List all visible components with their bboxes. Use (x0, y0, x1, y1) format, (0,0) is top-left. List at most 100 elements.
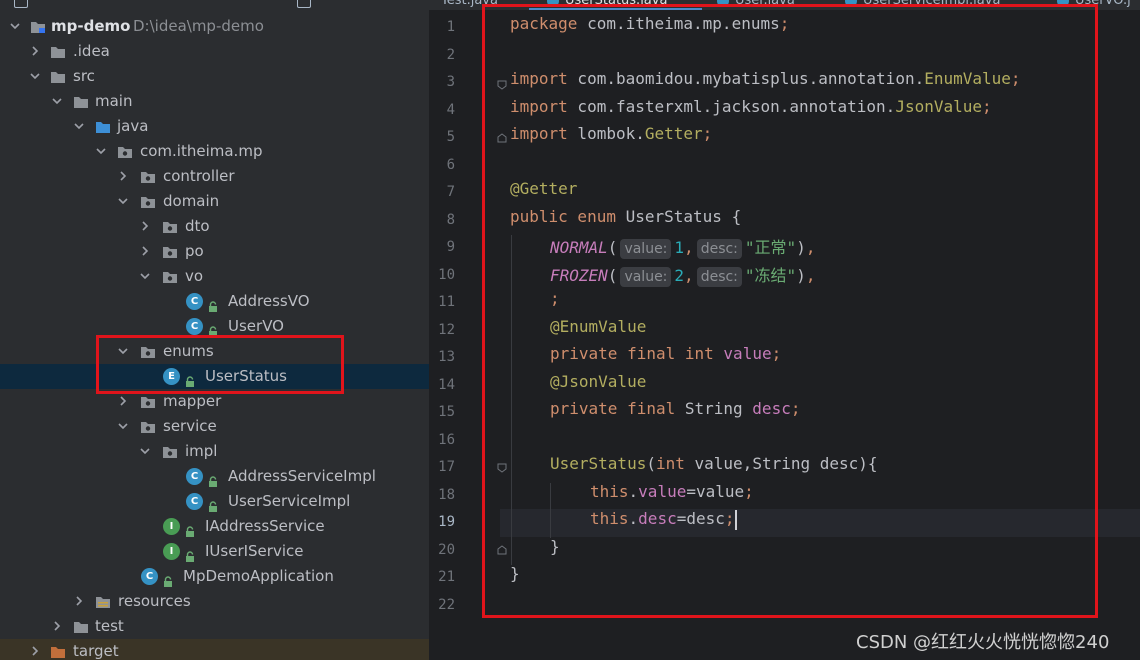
line-number: 16 (438, 431, 455, 448)
code-line-21: } (510, 564, 520, 592)
line-number: 6 (446, 156, 455, 173)
chevron-down-icon[interactable] (116, 339, 130, 364)
keyword: import (510, 124, 568, 143)
chevron-down-icon[interactable] (138, 264, 152, 289)
tree-label: IAddressService (205, 517, 325, 535)
tree-item-iuseriservice[interactable]: I IUserIService (0, 539, 429, 564)
tree-item-addressserviceimpl[interactable]: C AddressServiceImpl (0, 464, 429, 489)
tree-item-test[interactable]: test (0, 614, 429, 639)
tree-item-domain[interactable]: domain (0, 189, 429, 214)
chevron-down-icon[interactable] (116, 189, 130, 214)
tree-item-src[interactable]: src (0, 64, 429, 89)
tree-label: .idea (73, 42, 110, 60)
tree-item-resources[interactable]: resources (0, 589, 429, 614)
file-icon (717, 0, 729, 7)
chevron-right-icon[interactable] (28, 639, 42, 660)
options-icon[interactable] (340, 0, 352, 6)
tab-userserviceimpl-java[interactable]: UserServiceImpl.java (845, 0, 1000, 10)
punct: ; (724, 509, 735, 528)
tree-item-uservo[interactable]: C UserVO (0, 314, 429, 339)
chevron-down-icon[interactable] (116, 414, 130, 439)
file-icon (547, 0, 559, 7)
tab-uservo-java[interactable]: UserVO.j (1057, 0, 1131, 10)
chevron-right-icon[interactable] (116, 164, 130, 189)
tree-label: impl (185, 442, 218, 460)
keyword: package (510, 14, 578, 33)
tree-label: dto (185, 217, 210, 235)
tree-item-mapper[interactable]: mapper (0, 389, 429, 414)
excluded-folder-icon (50, 644, 66, 660)
annotation: @Getter (510, 179, 578, 198)
lock-icon (208, 322, 218, 337)
tab-label: UserServiceImpl.java (863, 0, 1001, 8)
tab-label: UserVO.j (1075, 0, 1131, 8)
class-icon: C (186, 493, 203, 510)
text-caret (734, 509, 737, 530)
project-view-icon[interactable] (14, 0, 28, 8)
tree-item-addressvo[interactable]: C AddressVO (0, 289, 429, 314)
tree-item-vo[interactable]: vo (0, 264, 429, 289)
tab-test-java[interactable]: Test.java (441, 0, 498, 10)
constructor-name: UserStatus (550, 454, 647, 473)
code-line-8: public enum UserStatus { (510, 207, 741, 235)
chevron-down-icon[interactable] (50, 89, 64, 114)
lock-icon (185, 547, 195, 562)
interface-icon: I (163, 543, 180, 560)
tree-item-enums[interactable]: enums (0, 339, 429, 364)
fold-marker-icon[interactable] (497, 463, 507, 473)
tab-label: User.java (735, 0, 795, 8)
line-number: 20 (438, 541, 455, 558)
tree-item-package[interactable]: com.itheima.mp (0, 139, 429, 164)
tree-item-idea[interactable]: .idea (0, 39, 429, 64)
tree-label: domain (163, 192, 220, 210)
identifier: UserStatus { (615, 206, 742, 226)
tree-item-main[interactable]: main (0, 89, 429, 114)
tree-item-impl[interactable]: impl (0, 439, 429, 464)
tree-item-po[interactable]: po (0, 239, 429, 264)
application-class-icon: C (141, 568, 158, 585)
chevron-right-icon[interactable] (72, 589, 86, 614)
tree-item-java[interactable]: java (0, 114, 429, 139)
collapse-all-icon[interactable] (297, 0, 311, 8)
fold-marker-icon[interactable] (497, 545, 507, 555)
module-folder-icon (30, 19, 46, 35)
fold-marker-icon[interactable] (497, 80, 507, 90)
string: "冻结" (744, 265, 797, 285)
line-number: 12 (438, 321, 455, 338)
class-icon: C (186, 468, 203, 485)
tree-item-target[interactable]: target (0, 639, 429, 660)
tree-label: enums (163, 342, 214, 360)
punct: ; (550, 289, 560, 308)
tree-item-userstatus[interactable]: E UserStatus (0, 364, 429, 389)
project-toolbar (0, 0, 429, 8)
tree-item-userserviceimpl[interactable]: C UserServiceImpl (0, 489, 429, 514)
chevron-right-icon[interactable] (28, 39, 42, 64)
tree-item-iaddressservice[interactable]: I IAddressService (0, 514, 429, 539)
keyword: import (510, 69, 568, 88)
tree-label: AddressServiceImpl (228, 467, 376, 485)
tree-item-mpdemoapplication[interactable]: C MpDemoApplication (0, 564, 429, 589)
chevron-down-icon[interactable] (138, 439, 152, 464)
chevron-right-icon[interactable] (50, 614, 64, 639)
line-number: 11 (438, 294, 455, 310)
tree-item-service[interactable]: service (0, 414, 429, 439)
tree-label: AddressVO (228, 292, 310, 310)
tree-item-controller[interactable]: controller (0, 164, 429, 189)
chevron-right-icon[interactable] (138, 214, 152, 239)
fold-marker-icon[interactable] (497, 133, 507, 143)
tab-user-java[interactable]: User.java (717, 0, 795, 10)
identifier: value,String desc){ (694, 454, 878, 473)
identifier: com.itheima.mp.enums (577, 14, 780, 33)
chevron-down-icon[interactable] (28, 64, 42, 89)
chevron-down-icon[interactable] (94, 139, 108, 164)
chevron-down-icon[interactable] (72, 114, 86, 139)
watermark: CSDN @红红火火恍恍惚惚240 (856, 632, 1110, 653)
chevron-right-icon[interactable] (116, 389, 130, 414)
chevron-right-icon[interactable] (138, 239, 152, 264)
code-line-1: package com.itheima.mp.enums; (510, 14, 789, 42)
tree-item-mp-demo[interactable]: mp-demo D:\idea\mp-demo (0, 14, 429, 39)
chevron-down-icon[interactable] (8, 14, 22, 39)
tree-item-dto[interactable]: dto (0, 214, 429, 239)
package-icon (162, 269, 178, 285)
tree-label: main (95, 92, 133, 110)
